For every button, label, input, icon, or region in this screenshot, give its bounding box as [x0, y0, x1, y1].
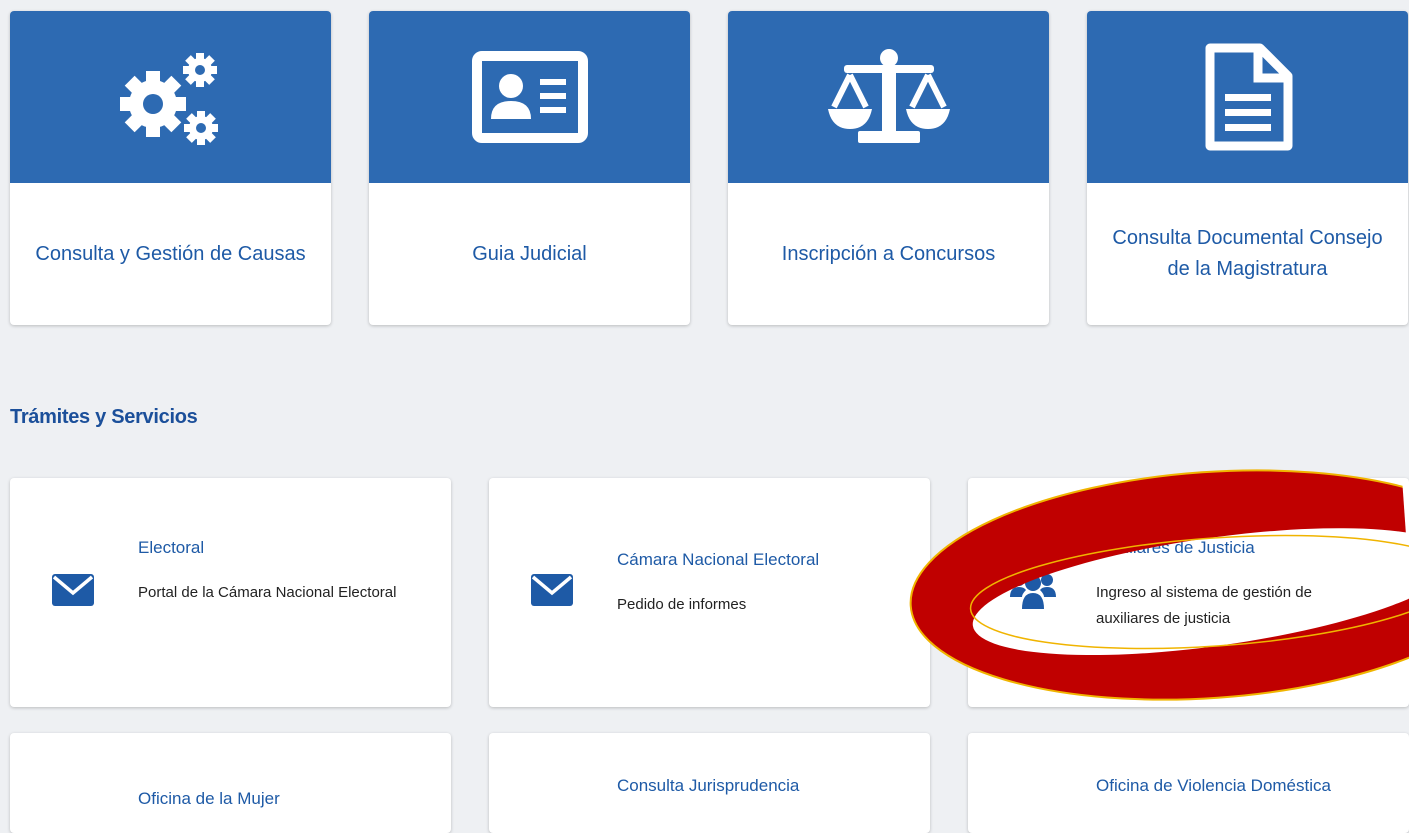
card-label: Inscripción a Concursos: [781, 242, 996, 265]
card-label: Consulta Documental Consejo de la Magist…: [1112, 227, 1383, 280]
service-title: Oficina de la Mujer: [138, 789, 280, 808]
service-card-camara-nacional-electoral[interactable]: Cámara Nacional Electoral Pedido de info…: [489, 478, 930, 707]
service-title: Oficina de Violencia Doméstica: [1096, 776, 1331, 795]
service-card-oficina-mujer[interactable]: Oficina de la Mujer: [10, 733, 451, 833]
service-card-oficina-violencia-domestica[interactable]: Oficina de Violencia Doméstica: [968, 733, 1409, 833]
card-icon-band: [10, 11, 331, 183]
service-card-consulta-jurisprudencia[interactable]: Consulta Jurisprudencia: [489, 733, 930, 833]
envelope-icon: [531, 574, 573, 606]
card-consulta-documental[interactable]: Consulta Documental Consejo de la Magist…: [1087, 11, 1408, 325]
section-title: Trámites y Servicios: [10, 406, 198, 428]
service-description: Portal de la Cámara Nacional Electoral: [138, 584, 397, 601]
card-consulta-gestion-causas[interactable]: Consulta y Gestión de Causas: [10, 11, 331, 325]
document-icon: [1205, 43, 1292, 151]
card-icon-band: [369, 11, 690, 183]
card-icon-band: [1087, 11, 1408, 183]
service-description: Ingreso al sistema de gestión de auxilia…: [1096, 584, 1312, 627]
envelope-icon: [52, 574, 94, 606]
service-card-auxiliares-justicia[interactable]: Auxiliares de Justicia Ingreso al sistem…: [968, 478, 1409, 707]
card-guia-judicial[interactable]: Guia Judicial: [369, 11, 690, 325]
users-icon: [1010, 574, 1056, 609]
service-description: Pedido de informes: [617, 596, 747, 613]
id-card-icon: [471, 51, 588, 143]
service-title: Auxiliares de Justicia: [1096, 538, 1255, 557]
service-title: Consulta Jurisprudencia: [617, 776, 800, 795]
service-title: Cámara Nacional Electoral: [617, 550, 820, 569]
service-card-electoral[interactable]: Electoral Portal de la Cámara Nacional E…: [10, 478, 451, 707]
card-inscripcion-concursos[interactable]: Inscripción a Concursos: [728, 11, 1049, 325]
card-label: Guia Judicial: [472, 242, 587, 265]
gears-icon: [119, 53, 218, 145]
service-title: Electoral: [138, 538, 205, 557]
card-label: Consulta y Gestión de Causas: [35, 242, 306, 265]
scales-icon: [827, 49, 950, 143]
card-icon-band: [728, 11, 1049, 183]
